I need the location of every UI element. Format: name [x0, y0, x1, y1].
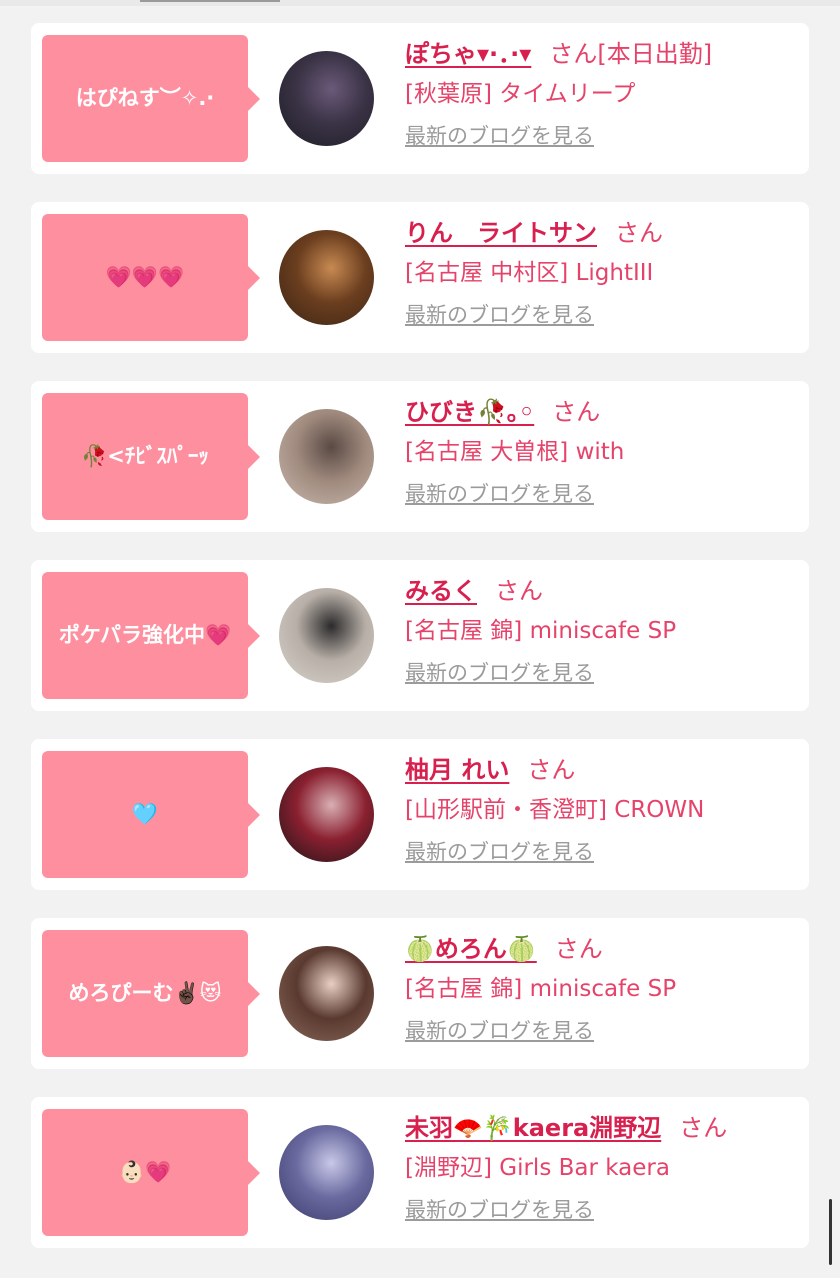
latest-blog-link[interactable]: 最新のブログを見る	[405, 658, 594, 688]
latest-blog-link[interactable]: 最新のブログを見る	[405, 1195, 594, 1225]
cast-name-link[interactable]: ひびき🥀｡◦	[405, 398, 534, 426]
cast-name-link[interactable]: りん ライトサン	[405, 219, 597, 247]
latest-blog-link[interactable]: 最新のブログを見る	[405, 121, 594, 151]
honorific: さん	[527, 756, 576, 784]
cast-info: りん ライトサン さん [名古屋 中村区] LightIII 最新のブログを見る	[405, 216, 805, 330]
shop-label: [山形駅前・香澄町] CROWN	[405, 797, 705, 823]
cast-card[interactable]: 🥀<ﾁﾋﾞｽﾊﾟｰｯ ひびき🥀｡◦ さん [名古屋 大曽根] with 最新のブロ…	[31, 381, 809, 532]
cast-info: 🍈めろん🍈 さん [名古屋 錦] miniscafe SP 最新のブログを見る	[405, 932, 805, 1046]
shop-label: [名古屋 錦] miniscafe SP	[405, 976, 677, 1002]
name-line: りん ライトサン さん	[405, 216, 805, 250]
avatar[interactable]	[279, 1125, 374, 1220]
cast-info: 柚月 れい さん [山形駅前・香澄町] CROWN 最新のブログを見る	[405, 753, 805, 867]
name-line: 柚月 れい さん	[405, 753, 805, 787]
name-line: ぽちゃ▾·．·▾ さん[本日出勤]	[405, 37, 805, 71]
name-line: 🍈めろん🍈 さん	[405, 932, 805, 966]
shop-label: [淵野辺] Girls Bar kaera	[405, 1155, 670, 1181]
honorific: さん	[549, 40, 598, 68]
cast-card[interactable]: 👶🏻💗 未羽🪭🎋kaera淵野辺 さん [淵野辺] Girls Bar kaera…	[31, 1097, 809, 1248]
top-scroll-thumb	[140, 0, 280, 2]
cast-card[interactable]: はぴねす︶✧.· ぽちゃ▾·．·▾ さん[本日出勤] [秋葉原] タイムリープ 最…	[31, 23, 809, 174]
comment-bubble: 🥀<ﾁﾋﾞｽﾊﾟｰｯ	[42, 393, 260, 520]
honorific: さん	[615, 219, 663, 247]
cast-blog-list: はぴねす︶✧.· ぽちゃ▾·．·▾ さん[本日出勤] [秋葉原] タイムリープ 最…	[31, 23, 809, 1276]
cast-info: みるく さん [名古屋 錦] miniscafe SP 最新のブログを見る	[405, 574, 805, 688]
cast-card[interactable]: 💗💗💗 りん ライトサン さん [名古屋 中村区] LightIII 最新のブログ…	[31, 202, 809, 353]
honorific: さん	[554, 935, 603, 963]
honorific: さん	[679, 1114, 728, 1142]
avatar[interactable]	[279, 409, 374, 504]
comment-bubble: 🩵	[42, 751, 260, 878]
avatar[interactable]	[279, 51, 374, 146]
avatar[interactable]	[279, 767, 374, 862]
name-line: みるく さん	[405, 574, 805, 608]
honorific: さん	[495, 577, 543, 605]
honorific: さん	[552, 398, 601, 426]
cast-name-link[interactable]: 柚月 れい	[405, 756, 509, 784]
comment-bubble: はぴねす︶✧.·	[42, 35, 260, 162]
name-line: ひびき🥀｡◦ さん	[405, 395, 805, 429]
comment-bubble: めろぴーむ✌🏿😻	[42, 930, 260, 1057]
cast-info: ひびき🥀｡◦ さん [名古屋 大曽根] with 最新のブログを見る	[405, 395, 805, 509]
avatar[interactable]	[279, 588, 374, 683]
comment-bubble: 💗💗💗	[42, 214, 260, 341]
shop-label: [名古屋 錦] miniscafe SP	[405, 618, 677, 644]
shop-label: [秋葉原] タイムリープ	[405, 81, 636, 107]
latest-blog-link[interactable]: 最新のブログを見る	[405, 479, 594, 509]
avatar[interactable]	[279, 946, 374, 1041]
latest-blog-link[interactable]: 最新のブログを見る	[405, 1016, 594, 1046]
comment-bubble: 👶🏻💗	[42, 1109, 260, 1236]
comment-bubble: ポケパラ強化中💗	[42, 572, 260, 699]
cast-info: ぽちゃ▾·．·▾ さん[本日出勤] [秋葉原] タイムリープ 最新のブログを見る	[405, 37, 805, 151]
cast-name-link[interactable]: 🍈めろん🍈	[405, 935, 537, 963]
shop-label: [名古屋 中村区] LightIII	[405, 260, 654, 286]
cast-info: 未羽🪭🎋kaera淵野辺 さん [淵野辺] Girls Bar kaera 最新の…	[405, 1111, 805, 1225]
cast-name-link[interactable]: 未羽🪭🎋kaera淵野辺	[405, 1114, 661, 1142]
status-tag: [本日出勤]	[597, 40, 713, 68]
cast-name-link[interactable]: ぽちゃ▾·．·▾	[405, 40, 531, 68]
top-scroll-track	[0, 0, 840, 6]
latest-blog-link[interactable]: 最新のブログを見る	[405, 300, 594, 330]
cast-card[interactable]: めろぴーむ✌🏿😻 🍈めろん🍈 さん [名古屋 錦] miniscafe SP 最新…	[31, 918, 809, 1069]
cast-name-link[interactable]: みるく	[405, 577, 477, 605]
shop-label: [名古屋 大曽根] with	[405, 439, 625, 465]
avatar[interactable]	[279, 230, 374, 325]
cast-card[interactable]: ポケパラ強化中💗 みるく さん [名古屋 錦] miniscafe SP 最新のブ…	[31, 560, 809, 711]
cast-card[interactable]: 🩵 柚月 れい さん [山形駅前・香澄町] CROWN 最新のブログを見る	[31, 739, 809, 890]
latest-blog-link[interactable]: 最新のブログを見る	[405, 837, 594, 867]
name-line: 未羽🪭🎋kaera淵野辺 さん	[405, 1111, 805, 1145]
scrollbar-thumb[interactable]	[829, 1199, 832, 1265]
